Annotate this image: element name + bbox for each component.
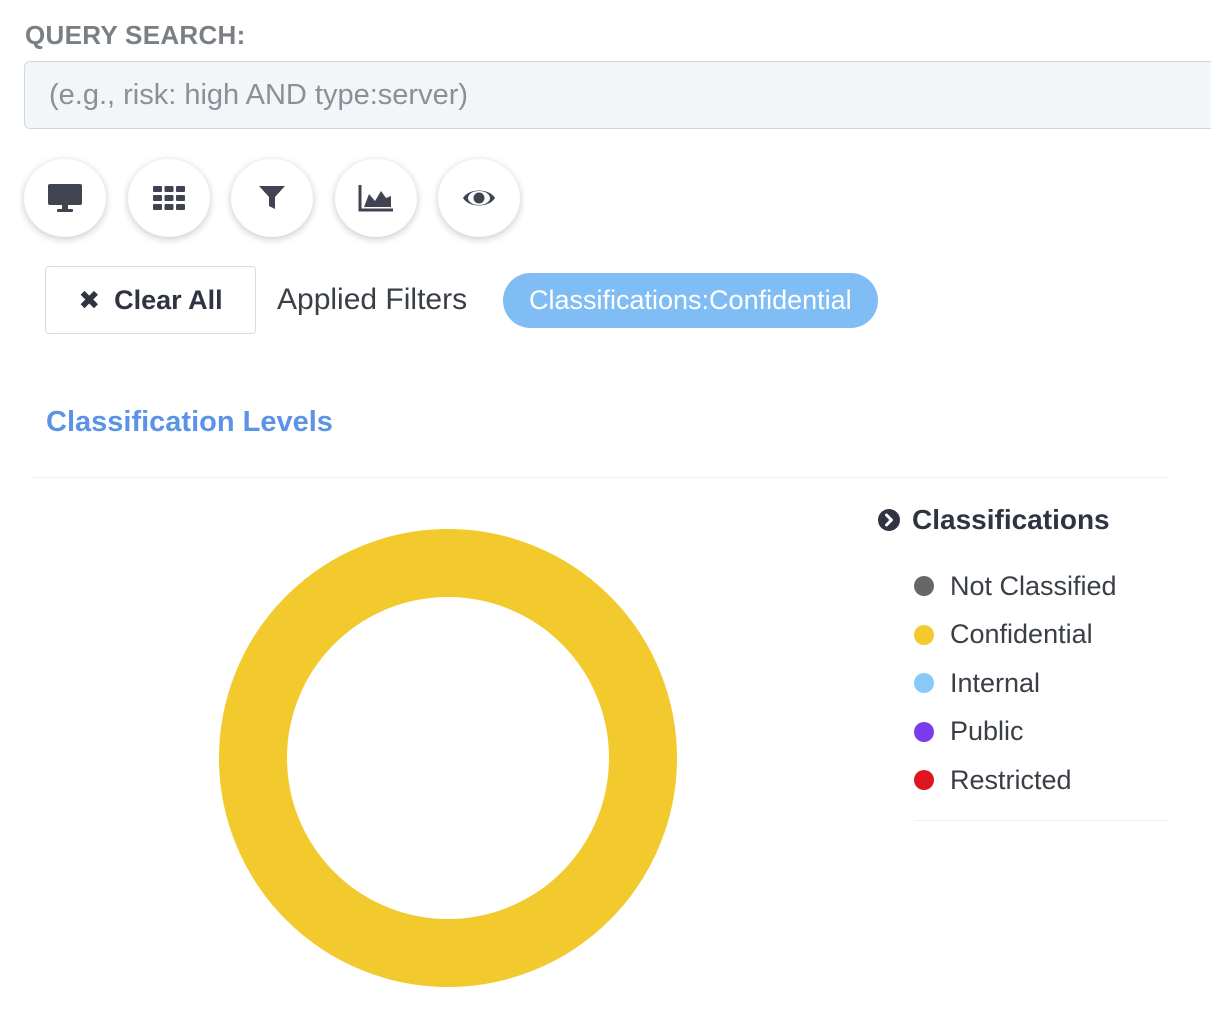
legend-label: Restricted [950, 764, 1072, 795]
legend-item[interactable]: Confidential [914, 611, 1178, 660]
donut-chart [219, 529, 677, 987]
legend-title: Classifications [912, 504, 1110, 535]
divider [32, 477, 1168, 478]
legend-label: Confidential [950, 619, 1093, 650]
eye-button[interactable] [438, 159, 520, 237]
legend-label: Internal [950, 667, 1041, 698]
legend-header[interactable]: Classifications [878, 500, 1178, 540]
legend-divider [914, 820, 1168, 821]
filter-button[interactable] [231, 159, 313, 237]
legend-label: Not Classified [950, 570, 1117, 601]
monitor-view-button[interactable] [24, 159, 106, 237]
legend-item[interactable]: Public [914, 708, 1178, 757]
legend-item[interactable]: Not Classified [914, 562, 1178, 611]
query-search-label: QUERY SEARCH: [25, 20, 246, 50]
grid-icon [153, 186, 185, 210]
applied-filters-label: Applied Filters [277, 283, 468, 316]
legend-item[interactable]: Restricted [914, 756, 1178, 805]
legend-label: Public [950, 716, 1024, 747]
legend-dot [914, 770, 934, 791]
legend-dot [914, 721, 934, 742]
section-title: Classification Levels [46, 406, 333, 438]
legend-dot [914, 576, 934, 597]
area-chart-button[interactable] [335, 159, 417, 237]
filter-chip-classifications-confidential[interactable]: Classifications:Confidential [503, 273, 878, 328]
close-icon: ✖ [78, 285, 101, 315]
query-search-input[interactable] [24, 61, 1211, 129]
page: QUERY SEARCH: (e.g., risk: high AND type… [0, 0, 1211, 1033]
filter-icon [259, 186, 285, 209]
chart-legend: Classifications Not Classified Confidenti… [878, 500, 1178, 805]
legend-dot [914, 624, 934, 645]
chevron-circle-right-icon [878, 509, 900, 531]
grid-view-button[interactable] [128, 159, 210, 237]
clear-all-button[interactable]: ✖ Clear All [45, 266, 256, 334]
monitor-icon [48, 184, 82, 212]
legend-dot [914, 673, 934, 694]
clear-all-label: Clear All [114, 284, 223, 315]
legend-item[interactable]: Internal [914, 659, 1178, 708]
area-chart-icon [358, 185, 393, 212]
donut-slice-confidential[interactable] [219, 529, 677, 987]
legend-items: Not Classified Confidential Internal Public… [914, 562, 1178, 805]
eye-icon [463, 190, 495, 206]
